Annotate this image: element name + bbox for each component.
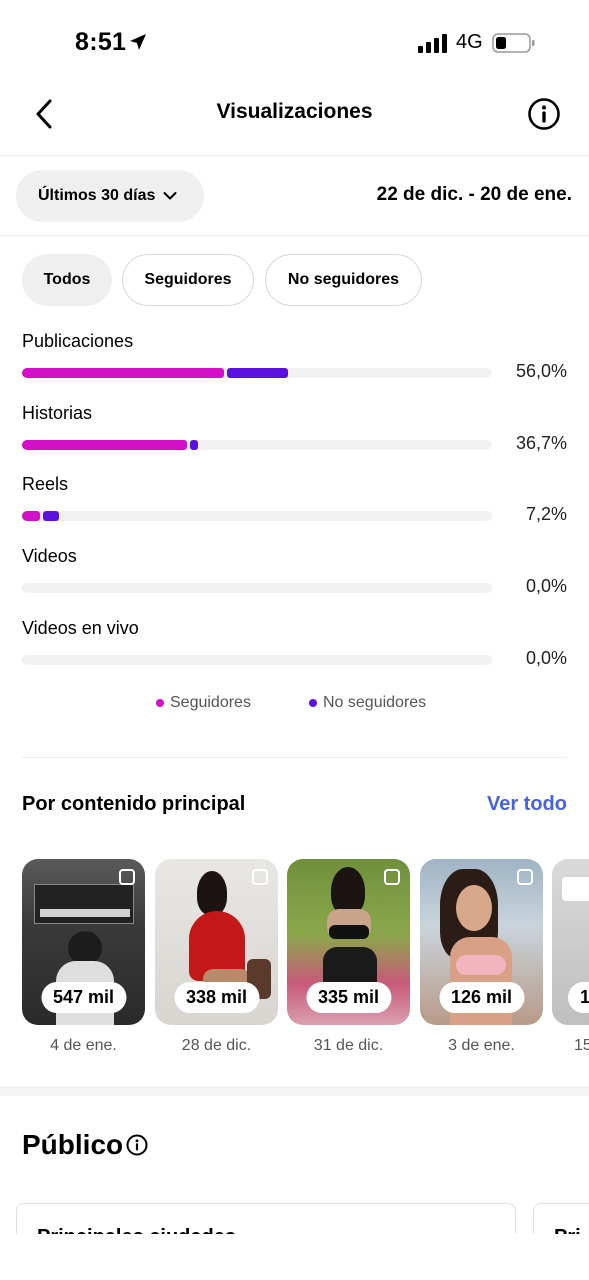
filter-label: No seguidores [287,271,400,288]
breakdown-percent: 0,0% [525,648,567,668]
content-thumbnail[interactable]: 335 mil [287,859,410,1025]
content-date: 28 de dic. [181,1037,252,1054]
content-thumbnail[interactable]: 126 mil [420,859,543,1025]
views-badge: 1 [568,982,589,1013]
period-dropdown[interactable]: Últimos 30 días [16,170,204,222]
text-line [40,909,130,917]
breakdown-percent: 36,7% [515,433,567,453]
legend-non-followers: No seguidores [309,694,426,712]
legend-divider [22,757,567,758]
breakdown-percent: 0,0% [525,576,567,596]
info-icon[interactable] [126,1134,148,1156]
breakdown-track [22,655,492,665]
chart-legend: Seguidores No seguidores [0,694,589,716]
content-thumbnail[interactable]: 1 [552,859,589,1025]
breakdown-label: Historias [22,403,93,423]
post-type-icon [517,869,533,885]
breakdown-track [22,583,492,593]
text-overlay [562,877,589,901]
text-overlay [34,884,134,924]
nav-header: Visualizaciones [0,88,589,155]
filter-no-seguidores[interactable]: No seguidores [265,254,422,306]
breakdown-track [22,440,492,450]
content-date: 4 de ene. [50,1037,117,1054]
post-type-icon [252,869,268,885]
breakdown-row: Videos 0,0% [22,546,570,606]
non-followers-segment [190,440,198,450]
see-all-link[interactable]: Ver todo [487,793,567,816]
filter-label: Todos [43,271,91,288]
network-type: 4G [456,31,483,53]
content-thumbnail[interactable]: 338 mil [155,859,278,1025]
status-bar: 8:51 4G [0,0,589,88]
breakdown-label: Videos [22,546,77,566]
non-followers-segment [227,368,288,378]
period-divider [0,235,589,236]
location-arrow-icon [130,34,146,50]
views-badge: 338 mil [173,982,260,1013]
content-thumbnail[interactable]: 547 mil [22,859,145,1025]
views-badge: 547 mil [40,982,127,1013]
section-title-top-content: Por contenido principal [22,793,246,815]
content-date: 3 de ene. [448,1037,515,1054]
section-title-audience: Público [22,1129,124,1160]
person-head [331,867,365,915]
person-head [68,931,102,965]
filter-label: Seguidores [144,271,232,288]
filter-todos[interactable]: Todos [22,254,112,306]
legend-label: Seguidores [170,694,251,711]
breakdown-label: Reels [22,474,69,494]
legend-followers: Seguidores [156,694,251,712]
status-time: 8:51 [75,28,127,56]
bottom-clip [0,1234,589,1280]
breakdown-label: Publicaciones [22,331,134,351]
breakdown-row: Publicaciones 56,0% [22,331,570,391]
followers-segment [22,440,187,450]
breakdown-row: Videos en vivo 0,0% [22,618,570,678]
header-divider [0,155,589,156]
top-content-carousel[interactable]: 547 mil 4 de ene. 338 mil 28 de dic. 335… [0,859,589,1059]
legend-dot-followers [156,699,164,707]
legend-dot-non-followers [309,699,317,707]
breakdown-percent: 56,0% [515,361,567,381]
info-icon[interactable] [527,97,561,131]
person-head [197,871,227,915]
battery-icon [492,33,535,53]
followers-segment [22,511,40,521]
breakdown-row: Historias 36,7% [22,403,570,463]
content-date: 31 de dic. [313,1037,384,1054]
breakdown-track [22,368,492,378]
person-top [456,955,506,975]
breakdown-row: Reels 7,2% [22,474,570,534]
views-badge: 126 mil [438,982,525,1013]
breakdown-percent: 7,2% [525,504,567,524]
views-badge: 335 mil [305,982,392,1013]
page-title: Visualizaciones [216,100,373,123]
non-followers-segment [43,511,59,521]
legend-label: No seguidores [323,694,427,711]
breakdown-label: Videos en vivo [22,618,139,638]
breakdown-track [22,511,492,521]
content-date: 15 [574,1037,589,1054]
filter-seguidores[interactable]: Seguidores [122,254,254,306]
person-top [329,925,369,939]
post-type-icon [119,869,135,885]
chevron-down-icon [163,192,177,200]
date-range: 22 de dic. - 20 de ene. [376,184,572,205]
person-face [456,885,492,931]
cellular-signal-icon [418,34,447,53]
followers-segment [22,368,224,378]
post-type-icon [384,869,400,885]
period-label: Últimos 30 días [38,187,156,204]
section-separator [0,1086,589,1096]
